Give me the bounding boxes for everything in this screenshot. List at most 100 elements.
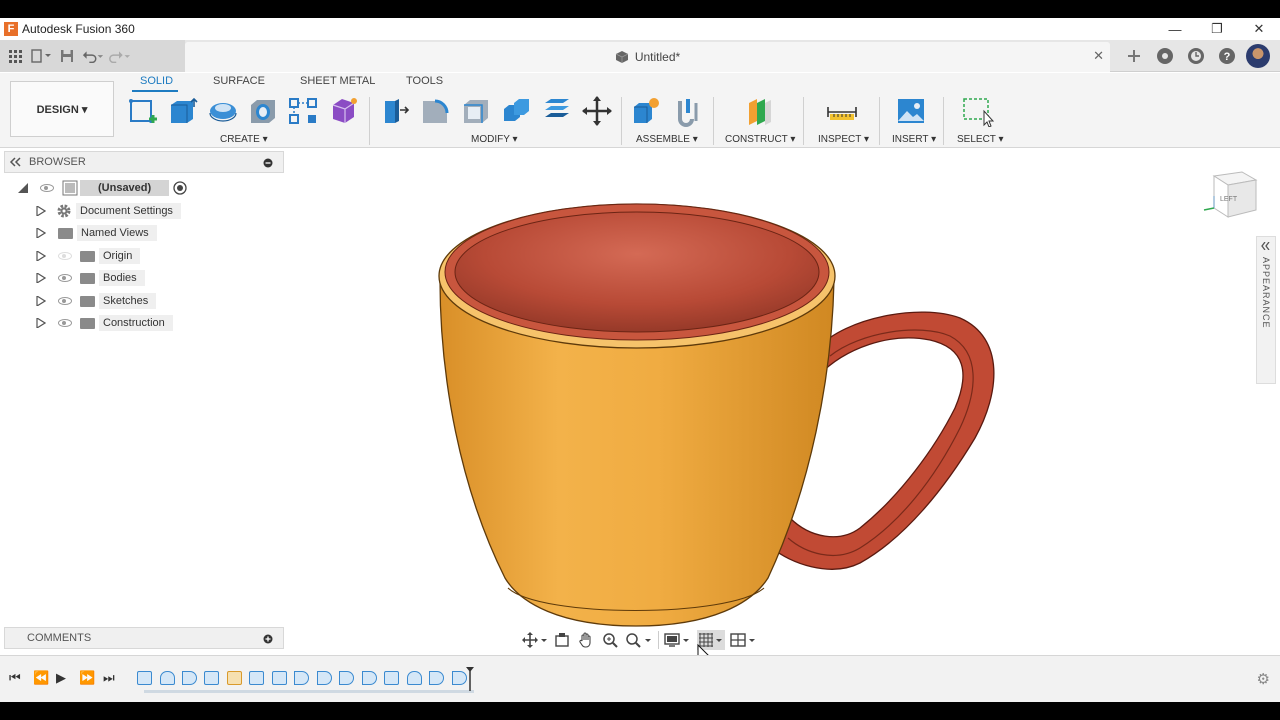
- measure-icon[interactable]: [826, 95, 858, 127]
- assemble-menu[interactable]: ASSEMBLE ▾: [636, 134, 698, 145]
- browser-item-origin[interactable]: Origin: [36, 246, 141, 266]
- timeline-feature-fillet[interactable]: [294, 671, 309, 685]
- new-component-icon[interactable]: [630, 95, 662, 127]
- visibility-eye-icon[interactable]: [40, 184, 54, 192]
- select-window-icon[interactable]: [962, 95, 994, 127]
- user-avatar[interactable]: [1246, 44, 1270, 68]
- browser-item-bodies[interactable]: Bodies: [36, 268, 145, 288]
- timeline-last-button[interactable]: ⏭: [103, 670, 115, 686]
- timeline-feature-shell[interactable]: [407, 671, 422, 685]
- save-icon[interactable]: [56, 45, 78, 67]
- expand-triangle-icon[interactable]: [36, 228, 46, 238]
- browser-panel-header[interactable]: BROWSER: [4, 151, 284, 173]
- timeline-feature-fillet[interactable]: [317, 671, 332, 685]
- browser-item-document-settings[interactable]: Document Settings: [36, 201, 181, 221]
- comments-panel-header[interactable]: COMMENTS: [4, 627, 284, 649]
- tab-sheet-metal[interactable]: SHEET METAL: [300, 75, 375, 87]
- insert-menu[interactable]: INSERT ▾: [892, 134, 936, 145]
- modify-menu[interactable]: MODIFY ▾: [471, 134, 518, 145]
- close-document-icon[interactable]: ✕: [1093, 48, 1104, 64]
- tab-tools[interactable]: TOOLS: [406, 75, 443, 87]
- timeline-feature-fillet[interactable]: [452, 671, 467, 685]
- expand-arrows-icon[interactable]: [1261, 242, 1271, 250]
- extensions-icon[interactable]: [1153, 45, 1176, 68]
- timeline-settings-gear-icon[interactable]: ⚙: [1257, 670, 1270, 688]
- create-menu[interactable]: CREATE ▾: [220, 134, 268, 145]
- timeline-marker[interactable]: [466, 667, 474, 691]
- move-copy-icon[interactable]: [581, 95, 613, 127]
- fillet-icon[interactable]: [419, 95, 451, 127]
- press-pull-icon[interactable]: [379, 95, 411, 127]
- insert-image-icon[interactable]: [895, 95, 927, 127]
- zoom-icon[interactable]: [600, 630, 620, 650]
- browser-item-named-views[interactable]: Named Views: [36, 223, 157, 243]
- document-tab[interactable]: Untitled* ✕: [185, 42, 1110, 72]
- viewcube[interactable]: LEFT: [1200, 166, 1262, 228]
- timeline-next-button[interactable]: ⏩: [79, 670, 95, 686]
- timeline-feature-sketch[interactable]: [249, 671, 264, 685]
- timeline-feature-fillet[interactable]: [362, 671, 377, 685]
- browser-root-row[interactable]: (Unsaved): [18, 178, 187, 198]
- pan-hand-icon[interactable]: [576, 630, 596, 650]
- expand-triangle-icon[interactable]: [18, 183, 28, 193]
- minimize-button[interactable]: —: [1154, 18, 1196, 40]
- orbit-icon[interactable]: [520, 630, 548, 650]
- timeline-feature-sketch[interactable]: [137, 671, 152, 685]
- display-settings-icon[interactable]: [663, 630, 693, 650]
- visibility-eye-icon[interactable]: [58, 297, 72, 305]
- add-comment-icon[interactable]: [263, 634, 273, 644]
- construct-menu[interactable]: CONSTRUCT ▾: [725, 134, 795, 145]
- timeline-feature-fillet[interactable]: [429, 671, 444, 685]
- timeline-prev-button[interactable]: ⏪: [33, 670, 49, 686]
- timeline-feature-sketch[interactable]: [204, 671, 219, 685]
- tab-surface[interactable]: SURFACE: [213, 75, 265, 87]
- close-window-button[interactable]: ✕: [1238, 18, 1280, 40]
- offset-plane-icon[interactable]: [743, 95, 775, 127]
- extrude-icon[interactable]: [167, 95, 199, 127]
- pattern-icon[interactable]: [287, 95, 319, 127]
- collapse-panel-icon[interactable]: [263, 158, 273, 168]
- timeline-play-button[interactable]: ▶: [56, 670, 66, 686]
- create-sketch-icon[interactable]: [127, 95, 159, 127]
- timeline-first-button[interactable]: ⏮: [9, 670, 21, 686]
- select-menu[interactable]: SELECT ▾: [957, 134, 1004, 145]
- browser-item-sketches[interactable]: Sketches: [36, 291, 157, 311]
- browser-item-construction[interactable]: Construction: [36, 313, 173, 333]
- job-status-icon[interactable]: [1184, 45, 1207, 68]
- fit-zoom-icon[interactable]: [624, 630, 654, 650]
- undo-icon[interactable]: [82, 45, 104, 67]
- look-at-icon[interactable]: [552, 630, 572, 650]
- create-form-icon[interactable]: [328, 95, 360, 127]
- viewports-icon[interactable]: [729, 630, 759, 650]
- data-panel-grid-icon[interactable]: [4, 45, 26, 67]
- design-workspace-button[interactable]: DESIGN ▾: [10, 81, 114, 137]
- timeline-feature-revolve[interactable]: [160, 671, 175, 685]
- timeline-feature-sketch[interactable]: [384, 671, 399, 685]
- expand-triangle-icon[interactable]: [36, 296, 46, 306]
- expand-triangle-icon[interactable]: [36, 251, 46, 261]
- visibility-eye-icon[interactable]: [58, 274, 72, 282]
- visibility-eye-icon[interactable]: [58, 319, 72, 327]
- file-menu-icon[interactable]: [30, 45, 52, 67]
- revolve-icon[interactable]: [207, 95, 239, 127]
- expand-triangle-icon[interactable]: [36, 273, 46, 283]
- hidden-eye-icon[interactable]: [58, 252, 72, 260]
- appearance-panel-tab[interactable]: APPEARANCE: [1256, 236, 1276, 384]
- inspect-menu[interactable]: INSPECT ▾: [818, 134, 869, 145]
- timeline-feature-plane[interactable]: [227, 671, 242, 685]
- timeline-feature-fillet[interactable]: [182, 671, 197, 685]
- hole-icon[interactable]: [248, 95, 280, 127]
- timeline-feature-sweep[interactable]: [272, 671, 287, 685]
- joint-icon[interactable]: [672, 95, 704, 127]
- activate-radio-icon[interactable]: [173, 181, 187, 195]
- help-icon[interactable]: ?: [1215, 45, 1238, 68]
- collapse-arrows-icon[interactable]: [9, 157, 23, 167]
- combine-icon[interactable]: [500, 95, 532, 127]
- expand-triangle-icon[interactable]: [36, 318, 46, 328]
- expand-triangle-icon[interactable]: [36, 206, 46, 216]
- timeline-feature-fillet[interactable]: [339, 671, 354, 685]
- tab-solid[interactable]: SOLID: [140, 75, 173, 87]
- redo-icon[interactable]: [108, 45, 130, 67]
- 3d-viewport[interactable]: [286, 149, 1280, 673]
- replace-face-icon[interactable]: [541, 95, 573, 127]
